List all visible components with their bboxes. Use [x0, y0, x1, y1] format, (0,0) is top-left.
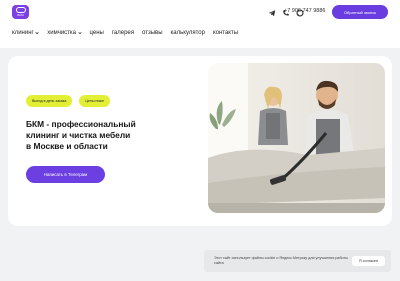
callback-button[interactable]: Обратный звонок — [332, 5, 388, 19]
site-header: БКМ +7 906 747 9886 Обратный звонок клин… — [0, 0, 400, 48]
hero-title: БКМ - профессиональный клининг и чистка … — [26, 119, 166, 152]
nav-item-calculator[interactable]: калькулятор — [171, 30, 205, 36]
cookie-text: Этот сайт использует файлы cookie и Янде… — [214, 256, 348, 265]
nav-item-reviews[interactable]: отзывы — [142, 30, 163, 36]
nav-item-label: цены — [89, 30, 104, 36]
nav-item-label: клининг — [12, 30, 34, 36]
nav-item-contacts[interactable]: контакты — [213, 30, 238, 36]
logo-text: БКМ — [17, 13, 24, 17]
chevron-down-icon — [35, 32, 39, 35]
nav-item-dry-cleaning[interactable]: химчистка — [47, 30, 82, 36]
cookie-accept-button[interactable]: Я согласен — [352, 256, 385, 266]
nav-item-label: калькулятор — [170, 30, 205, 36]
chevron-down-icon — [77, 32, 82, 35]
hero-section: Выезд в день заказа Цены ниже БКМ - проф… — [8, 56, 392, 226]
nav-item-label: химчистка — [47, 30, 77, 36]
nav-item-label: отзывы — [142, 30, 163, 36]
hero-title-line: БКМ - профессиональный — [26, 119, 136, 129]
cookie-banner: Этот сайт использует файлы cookie и Янде… — [204, 250, 391, 272]
telegram-icon[interactable] — [268, 9, 276, 17]
hero-photo — [208, 63, 385, 213]
nav-item-label: контакты — [212, 30, 239, 36]
nav-item-prices[interactable]: цены — [90, 30, 104, 36]
main-nav: клининг химчистка цены галерея отзывы ка… — [12, 30, 238, 36]
nav-item-label: галерея — [111, 30, 135, 36]
tag-lower-prices: Цены ниже — [79, 95, 110, 107]
hero-title-line: в Москве и области — [26, 141, 108, 151]
hero-title-line: клининг и чистка мебели — [26, 130, 131, 140]
tag-same-day: Выезд в день заказа — [26, 95, 73, 107]
phone-number[interactable]: +7 906 747 9886 — [284, 8, 325, 14]
telegram-cta-button[interactable]: Написать в Телеграм — [26, 166, 105, 183]
hero-tags: Выезд в день заказа Цены ниже — [26, 95, 110, 107]
logo[interactable]: БКМ — [12, 5, 29, 19]
nav-item-cleaning[interactable]: клининг — [12, 30, 39, 36]
nav-item-gallery[interactable]: галерея — [112, 30, 134, 36]
